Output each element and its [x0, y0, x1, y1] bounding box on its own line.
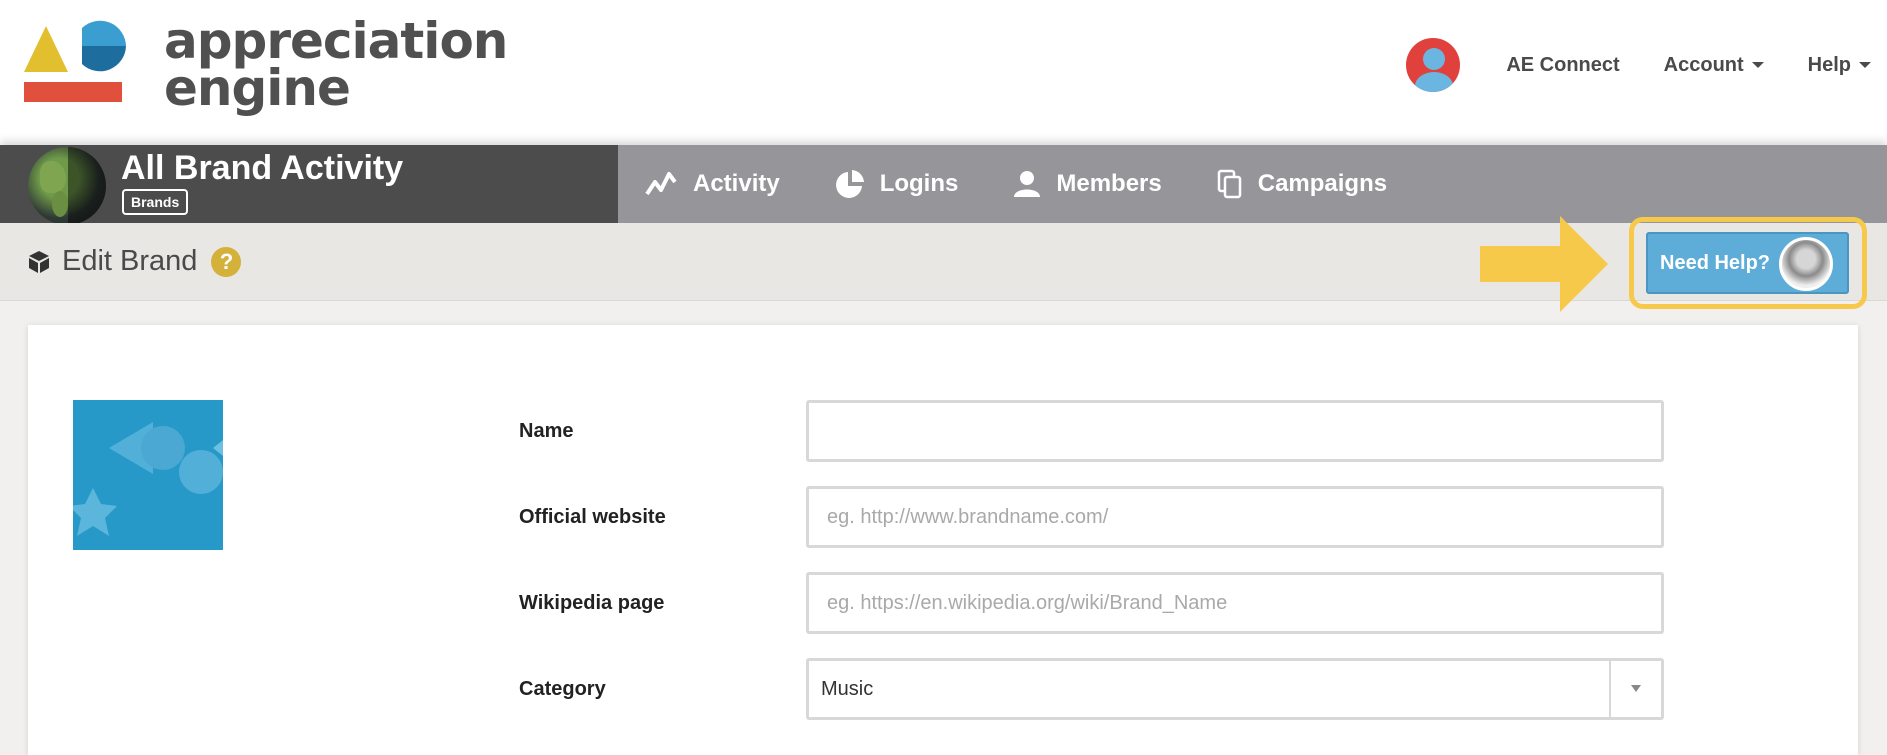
- caret-down-icon: [1751, 62, 1764, 68]
- brand-image[interactable]: [73, 400, 223, 550]
- category-value: Music: [821, 677, 874, 700]
- account-menu[interactable]: Account: [1664, 54, 1764, 77]
- copy-icon: [1217, 169, 1241, 199]
- logo-line-1: appreciation: [164, 12, 508, 70]
- need-help-button[interactable]: Need Help?: [1646, 232, 1849, 294]
- tab-logins-label: Logins: [879, 170, 959, 197]
- logo-mark-icon: [24, 20, 126, 102]
- ae-connect-link[interactable]: AE Connect: [1506, 54, 1619, 77]
- category-select[interactable]: Music: [806, 658, 1664, 720]
- tab-members[interactable]: Members: [1012, 169, 1162, 199]
- help-menu[interactable]: Help: [1808, 54, 1871, 77]
- name-input[interactable]: [806, 400, 1664, 462]
- pointer-arrow-icon: [1480, 216, 1608, 312]
- brand-placeholder-image-icon: [73, 422, 223, 536]
- website-input[interactable]: eg. http://www.brandname.com/: [806, 486, 1664, 548]
- activity-icon: [645, 172, 677, 196]
- tab-activity[interactable]: Activity: [645, 170, 780, 198]
- page-title: Edit Brand ?: [28, 245, 242, 278]
- tab-activity-label: Activity: [693, 170, 780, 197]
- globe-icon: [28, 147, 106, 225]
- help-label: Help: [1807, 53, 1851, 76]
- logo-text: appreciation engine: [164, 12, 508, 117]
- name-label: Name: [519, 419, 574, 442]
- nav-bar: All Brand Activity Brands Activity Login…: [0, 145, 1887, 225]
- tab-members-label: Members: [1056, 170, 1162, 197]
- website-row: Official website eg. http://www.brandnam…: [519, 486, 1719, 548]
- caret-down-icon: [1859, 62, 1871, 68]
- chevron-down-icon[interactable]: [1631, 685, 1641, 692]
- cube-icon: [29, 250, 49, 273]
- category-row: Category Music: [519, 658, 1719, 720]
- pie-chart-icon: [835, 170, 864, 198]
- tab-campaigns[interactable]: Campaigns: [1216, 168, 1387, 200]
- wikipedia-label: Wikipedia page: [519, 591, 665, 614]
- name-row: Name: [519, 400, 1719, 462]
- top-header: appreciation engine AE Connect Account H…: [0, 0, 1887, 145]
- user-avatar[interactable]: [1406, 38, 1461, 92]
- edit-brand-card: Name Official website eg. http://www.bra…: [28, 325, 1858, 755]
- wikipedia-row: Wikipedia page eg. https://en.wikipedia.…: [519, 572, 1719, 634]
- category-label: Category: [519, 677, 606, 700]
- website-label: Official website: [519, 505, 666, 528]
- brand-block: All Brand Activity Brands: [0, 145, 618, 225]
- select-divider: [1609, 661, 1611, 717]
- help-question-icon[interactable]: ?: [211, 246, 242, 277]
- logo-line-2: engine: [164, 59, 351, 117]
- wikipedia-input[interactable]: eg. https://en.wikipedia.org/wiki/Brand_…: [806, 572, 1664, 634]
- nav-items: Activity Logins Members Campaigns: [645, 145, 1441, 223]
- page-title-text: Edit Brand: [62, 245, 198, 277]
- account-label: Account: [1663, 53, 1744, 76]
- ae-connect-label: AE Connect: [1506, 53, 1620, 76]
- tab-logins[interactable]: Logins: [834, 168, 959, 200]
- brand-title: All Brand Activity: [121, 149, 404, 187]
- appreciation-engine-logo[interactable]: appreciation engine: [24, 16, 508, 118]
- need-help-label: Need Help?: [1660, 251, 1771, 274]
- brands-badge[interactable]: Brands: [122, 189, 189, 215]
- person-icon: [1014, 171, 1041, 197]
- top-right-menu: AE Connect Account Help: [1406, 38, 1887, 92]
- support-avatar: [1779, 237, 1833, 291]
- tab-campaigns-label: Campaigns: [1257, 170, 1388, 197]
